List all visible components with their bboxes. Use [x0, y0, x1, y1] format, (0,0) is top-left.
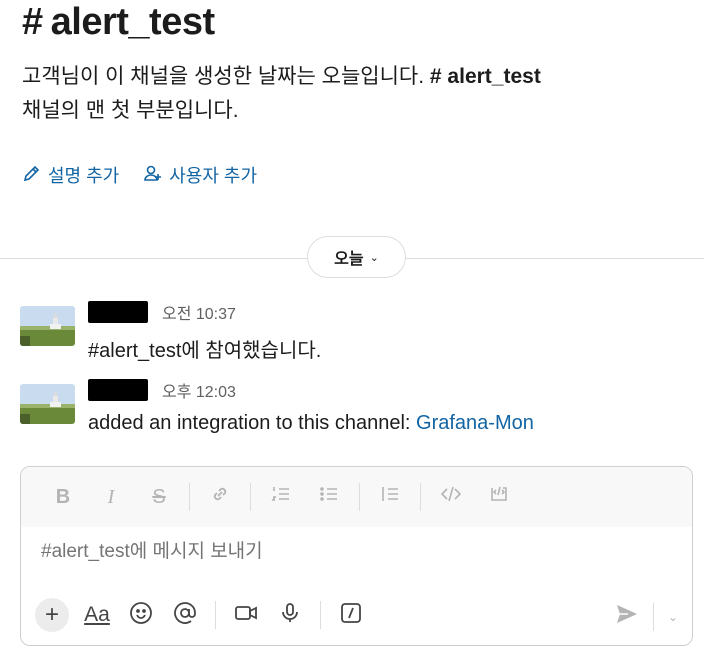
bulleted-list-icon: [318, 483, 340, 511]
intro-text-after: 채널의 맨 첫 부분입니다.: [22, 99, 239, 122]
format-toolbar: B I S: [21, 467, 692, 527]
microphone-icon: [278, 601, 302, 630]
chevron-down-icon: ⌄: [369, 251, 379, 264]
message-header: 오후 12:03: [88, 378, 236, 402]
microphone-button[interactable]: [268, 597, 312, 633]
send-options-button[interactable]: ⌄: [668, 610, 678, 624]
link-button[interactable]: [196, 479, 244, 515]
add-people-label: 사용자 추가: [169, 166, 258, 186]
toolbar-divider: [215, 601, 216, 629]
add-description-label: 설명 추가: [48, 166, 120, 186]
send-icon: [615, 605, 639, 630]
send-button[interactable]: [615, 602, 639, 631]
code-block-icon: [488, 483, 510, 511]
channel-intro-text: 고객님이 이 채널을 생성한 날짜는 오늘입니다. # alert_test 채…: [22, 60, 682, 128]
channel-actions: 설명 추가 사용자 추가: [22, 162, 257, 188]
composer-bottom-toolbar: + Aa: [21, 593, 692, 637]
toolbar-divider: [250, 483, 251, 511]
toolbar-divider: [189, 483, 190, 511]
redacted-username[interactable]: [88, 301, 148, 323]
blockquote-button[interactable]: [366, 479, 414, 515]
message-text-before: added an integration to this channel:: [88, 412, 417, 434]
message-input[interactable]: [41, 541, 661, 563]
add-people-button[interactable]: 사용자 추가: [143, 162, 257, 188]
plus-icon: +: [44, 601, 59, 628]
video-button[interactable]: [224, 597, 268, 633]
emoji-button[interactable]: [119, 597, 163, 633]
mention-button[interactable]: [163, 597, 207, 633]
pencil-icon: [22, 163, 42, 188]
video-camera-icon: [234, 601, 258, 630]
slash-command-icon: [339, 601, 363, 630]
integration-link[interactable]: Grafana-Mon: [416, 412, 534, 434]
channel-hash-icon: #: [22, 0, 43, 43]
toolbar-divider: [320, 601, 321, 629]
channel-name: alert_test: [50, 0, 215, 43]
format-text-button[interactable]: Aa: [75, 597, 119, 633]
text-format-icon: Aa: [84, 603, 110, 626]
message-timestamp[interactable]: 오전 10:37: [162, 300, 236, 324]
italic-icon: I: [107, 485, 115, 508]
add-user-icon: [143, 163, 163, 188]
strikethrough-icon: S: [152, 485, 166, 508]
send-area: ⌄: [615, 602, 678, 631]
code-icon: [440, 483, 462, 511]
link-icon: [209, 483, 231, 511]
message-header: 오전 10:37: [88, 300, 236, 324]
bulleted-list-button[interactable]: [305, 479, 353, 515]
channel-title: # alert_test: [22, 0, 215, 44]
message-timestamp[interactable]: 오후 12:03: [162, 378, 236, 402]
chevron-down-icon: ⌄: [667, 609, 678, 624]
ordered-list-button[interactable]: [257, 479, 305, 515]
ordered-list-icon: [270, 483, 292, 511]
italic-button[interactable]: I: [87, 479, 135, 515]
bold-icon: B: [55, 485, 71, 508]
plus-button[interactable]: +: [35, 598, 69, 632]
date-divider-button[interactable]: 오늘 ⌄: [307, 236, 406, 278]
add-description-button[interactable]: 설명 추가: [22, 162, 119, 188]
code-block-button[interactable]: [475, 479, 523, 515]
message-text: #alert_test에 참여했습니다.: [88, 340, 322, 362]
intro-text-before: 고객님이 이 채널을 생성한 날짜는 오늘입니다.: [22, 65, 430, 88]
at-sign-icon: [173, 601, 197, 630]
strikethrough-button[interactable]: S: [135, 479, 183, 515]
code-button[interactable]: [427, 479, 475, 515]
avatar[interactable]: [20, 384, 75, 424]
intro-channel-name: # alert_test: [429, 65, 541, 88]
avatar[interactable]: [20, 306, 75, 346]
date-label: 오늘: [334, 251, 364, 268]
bold-button[interactable]: B: [39, 479, 87, 515]
message-text: added an integration to this channel: Gr…: [88, 412, 534, 435]
send-divider: [652, 602, 654, 631]
toolbar-divider: [359, 483, 360, 511]
toolbar-divider: [420, 483, 421, 511]
emoji-icon: [129, 601, 153, 630]
blockquote-icon: [379, 483, 401, 511]
message-composer: B I S #alert_test에 메시지 보내기 + Aa ⌄: [20, 466, 693, 646]
redacted-username[interactable]: [88, 379, 148, 401]
slash-command-button[interactable]: [329, 597, 373, 633]
